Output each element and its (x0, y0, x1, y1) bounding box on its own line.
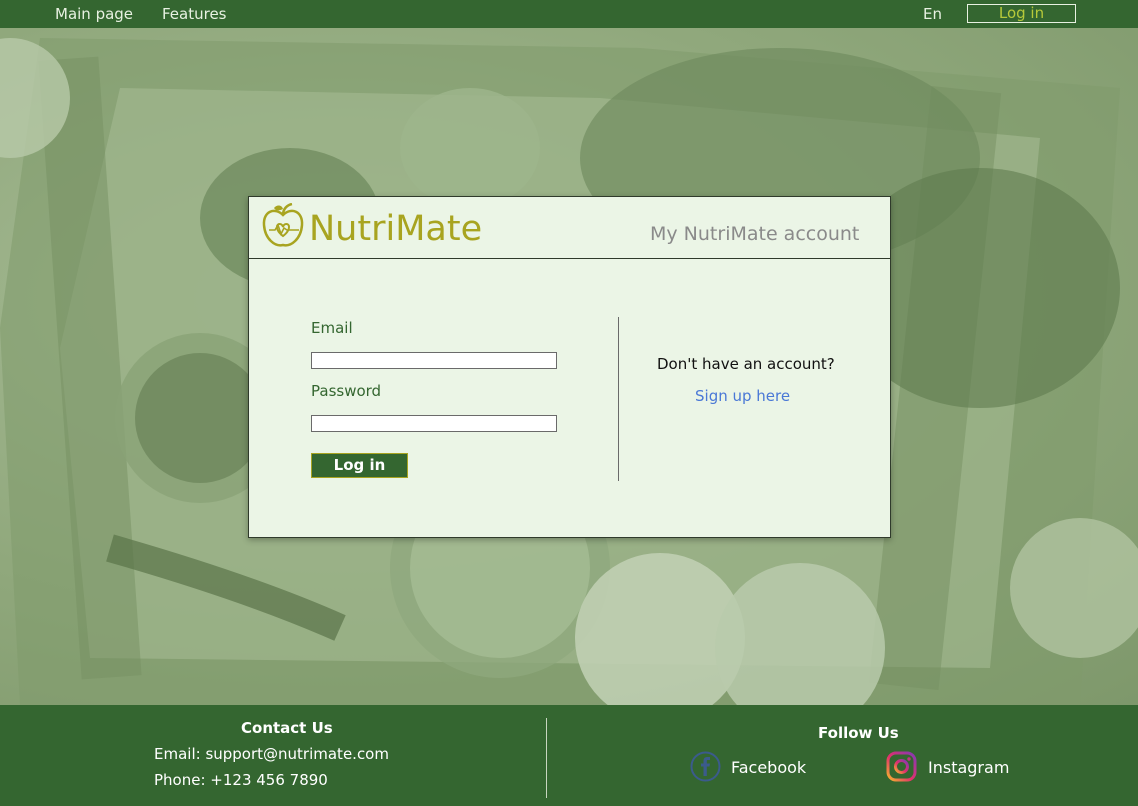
follow-title: Follow Us (818, 724, 899, 742)
nav-features[interactable]: Features (162, 5, 227, 23)
password-field[interactable] (311, 415, 557, 432)
instagram-link[interactable]: Instagram (928, 758, 1009, 777)
nav-main-page[interactable]: Main page (55, 5, 133, 23)
footer-divider (546, 718, 547, 798)
signup-link[interactable]: Sign up here (695, 387, 790, 405)
contact-email: Email: support@nutrimate.com (154, 745, 389, 763)
apple-heart-logo-icon (262, 203, 304, 247)
facebook-icon[interactable] (690, 751, 721, 782)
instagram-icon[interactable] (886, 751, 917, 782)
email-label: Email (311, 319, 353, 337)
footer: Contact Us Email: support@nutrimate.com … (0, 705, 1138, 806)
facebook-link[interactable]: Facebook (731, 758, 806, 777)
top-nav: Main page Features En Log in (0, 0, 1138, 28)
language-selector[interactable]: En (923, 5, 942, 23)
card-header: NutriMate My NutriMate account (249, 197, 890, 259)
nav-login-button[interactable]: Log in (967, 4, 1076, 23)
password-label: Password (311, 382, 382, 400)
login-button[interactable]: Log in (311, 453, 408, 478)
card-divider (618, 317, 619, 481)
login-card: NutriMate My NutriMate account Email Pas… (248, 196, 891, 538)
account-title: My NutriMate account (650, 223, 860, 245)
contact-phone: Phone: +123 456 7890 (154, 771, 328, 789)
brand-name: NutriMate (309, 209, 483, 249)
no-account-text: Don't have an account? (657, 355, 835, 373)
email-field[interactable] (311, 352, 557, 369)
contact-title: Contact Us (241, 719, 333, 737)
